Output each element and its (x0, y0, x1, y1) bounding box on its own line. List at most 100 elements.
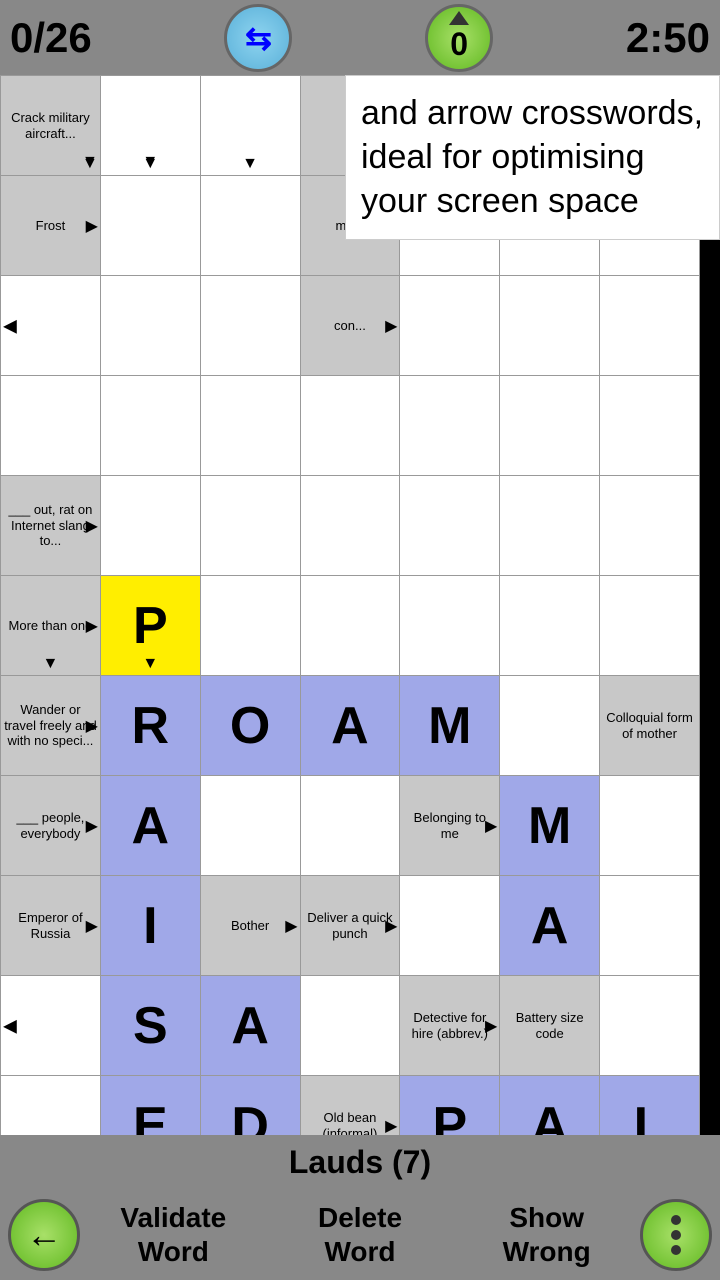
current-word-label: Lauds (7) (289, 1144, 431, 1181)
clue-cell[interactable]: ___ people, everybody ▶ (1, 776, 101, 876)
timer-display: 2:50 (626, 14, 710, 62)
clue-cell[interactable]: Detective for hire (abbrev.) ▶ (400, 976, 500, 1076)
clue-cell[interactable]: Deliver a quick punch ▶ (300, 876, 400, 976)
grid-cell[interactable] (300, 476, 400, 576)
letter-a: A (132, 797, 170, 855)
top-bar: 0/26 ⇆ 0 2:50 (0, 0, 720, 75)
dots-icon (671, 1215, 681, 1255)
letter-m: M (528, 797, 571, 855)
grid-cell[interactable] (100, 476, 200, 576)
grid-cell[interactable] (100, 376, 200, 476)
letter-cell[interactable]: M (400, 676, 500, 776)
table-row: More than one ▶ ▼ P ▼ (1, 576, 700, 676)
letter-cell[interactable]: A (100, 776, 200, 876)
clue-cell[interactable]: Emperor of Russia ▶ (1, 876, 101, 976)
grid-cell[interactable]: ◀ (1, 276, 101, 376)
letter-a: A (231, 997, 269, 1055)
grid-cell[interactable] (200, 176, 300, 276)
grid-cell[interactable] (500, 276, 600, 376)
grid-cell[interactable] (600, 476, 700, 576)
grid-cell[interactable] (300, 576, 400, 676)
back-button[interactable]: ← (8, 1199, 80, 1271)
table-row: ___ people, everybody ▶ A Belonging to m… (1, 776, 700, 876)
grid-cell[interactable] (300, 976, 400, 1076)
letter-a: A (331, 697, 369, 755)
show-wrong-button[interactable]: ShowWrong (453, 1199, 640, 1271)
clue-text: Crack military aircraft... (1, 107, 100, 144)
tooltip-overlay: and arrow crosswords, ideal for optimisi… (345, 75, 720, 240)
zero-label: 0 (450, 26, 468, 63)
grid-cell[interactable] (500, 576, 600, 676)
clue-cell[interactable]: Wander or travel freely and with no spec… (1, 676, 101, 776)
grid-cell[interactable] (600, 876, 700, 976)
letter-r: R (132, 697, 170, 755)
grid-cell[interactable] (600, 376, 700, 476)
letter-cell[interactable]: O (200, 676, 300, 776)
grid-cell[interactable] (100, 176, 200, 276)
letter-a: A (531, 897, 569, 955)
table-row: Emperor of Russia ▶ I Bother ▶ Deliver a… (1, 876, 700, 976)
grid-cell[interactable] (500, 376, 600, 476)
grid-cell[interactable] (400, 876, 500, 976)
letter-cell[interactable]: I (100, 876, 200, 976)
grid-cell[interactable] (200, 276, 300, 376)
table-row: ___ out, rat on Internet slang to... ▶ (1, 476, 700, 576)
letter-o: O (230, 697, 270, 755)
grid-cell[interactable] (200, 576, 300, 676)
grid-cell[interactable] (200, 476, 300, 576)
letter-s: S (133, 997, 168, 1055)
arrow-down-icon: ▼ (82, 155, 98, 173)
grid-cell[interactable]: ▼ (200, 76, 300, 176)
validate-word-button[interactable]: ValidateWord (80, 1199, 267, 1271)
grid-cell[interactable] (600, 276, 700, 376)
grid-cell[interactable] (600, 976, 700, 1076)
letter-cell[interactable]: S (100, 976, 200, 1076)
grid-cell[interactable] (400, 476, 500, 576)
letter-cell[interactable]: M (500, 776, 600, 876)
status-bar: Lauds (7) (0, 1135, 720, 1190)
letter-cell[interactable]: A (200, 976, 300, 1076)
grid-cell[interactable] (400, 376, 500, 476)
letter-cell[interactable]: R (100, 676, 200, 776)
grid-cell[interactable] (300, 776, 400, 876)
clue-cell[interactable]: Battery size code (500, 976, 600, 1076)
grid-cell[interactable] (600, 776, 700, 876)
grid-cell[interactable] (300, 376, 400, 476)
letter-i: I (143, 897, 157, 955)
grid-area: Crack military aircraft... ▼ ▼ ▼ C Frost… (0, 75, 720, 1180)
clue-cell[interactable]: Bother ▶ (200, 876, 300, 976)
grid-cell[interactable]: ◀ (1, 976, 101, 1076)
action-bar: ← ValidateWord DeleteWord ShowWrong (0, 1190, 720, 1280)
letter-p: P (133, 597, 168, 655)
delete-word-button[interactable]: DeleteWord (267, 1199, 454, 1271)
options-button[interactable] (640, 1199, 712, 1271)
grid-cell[interactable] (400, 576, 500, 676)
clue-cell[interactable]: More than one ▶ ▼ (1, 576, 101, 676)
crossword-grid: Crack military aircraft... ▼ ▼ ▼ C Frost… (0, 75, 700, 1276)
table-row (1, 376, 700, 476)
grid-cell[interactable] (1, 376, 101, 476)
letter-cell[interactable]: A (300, 676, 400, 776)
clue-cell[interactable]: Crack military aircraft... ▼ (1, 76, 101, 176)
grid-cell[interactable] (500, 476, 600, 576)
swap-icon: ⇆ (245, 19, 272, 57)
grid-cell[interactable] (100, 276, 200, 376)
letter-cell[interactable]: P ▼ (100, 576, 200, 676)
clue-cell[interactable]: Frost ▶ (1, 176, 101, 276)
letter-cell[interactable]: A (500, 876, 600, 976)
table-row: ◀ con... ▶ (1, 276, 700, 376)
score-display: 0/26 (10, 14, 92, 62)
grid-cell[interactable] (500, 676, 600, 776)
grid-cell[interactable] (200, 776, 300, 876)
clue-cell[interactable]: Colloquial form of mother (600, 676, 700, 776)
clue-cell[interactable]: ___ out, rat on Internet slang to... ▶ (1, 476, 101, 576)
letter-m: M (428, 697, 471, 755)
grid-cell[interactable] (200, 376, 300, 476)
grid-cell[interactable] (400, 276, 500, 376)
grid-cell[interactable] (600, 576, 700, 676)
clue-cell[interactable]: Belonging to me ▶ (400, 776, 500, 876)
grid-cell[interactable]: ▼ (100, 76, 200, 176)
zero-button[interactable]: 0 (425, 4, 493, 72)
clue-cell[interactable]: con... ▶ (300, 276, 400, 376)
swap-button[interactable]: ⇆ (224, 4, 292, 72)
